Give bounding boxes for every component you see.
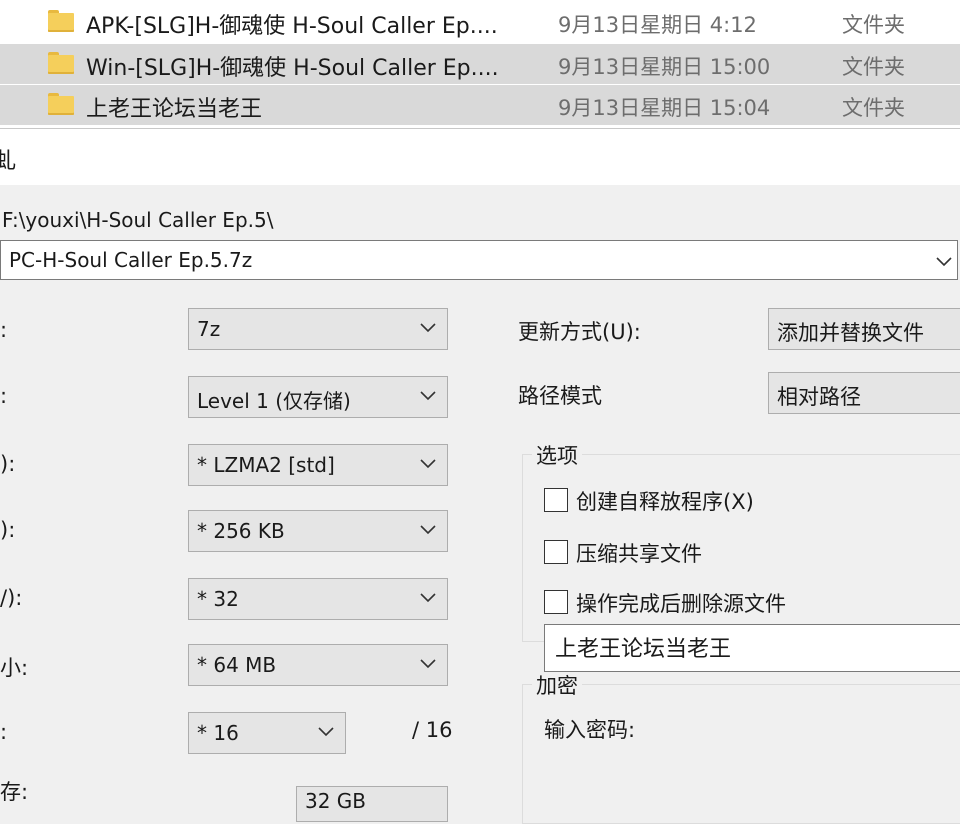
sfx-checkbox[interactable] — [544, 488, 568, 512]
password-input[interactable] — [553, 633, 957, 660]
shared-files-checkbox-label[interactable]: 压缩共享文件 — [576, 538, 702, 568]
chevron-down-icon — [419, 591, 437, 603]
folder-date: 9月13日星期日 15:04 — [558, 96, 771, 120]
chevron-down-icon — [419, 321, 437, 333]
add-to-archive-dialog: 虬 F:\youxi\H-Soul Caller Ep.5\ : : ): ):… — [0, 128, 960, 824]
format-label: : — [0, 318, 8, 342]
folder-type: 文件夹 — [842, 13, 905, 37]
update-mode-label: 更新方式(U): — [518, 320, 641, 344]
folder-name: 上老王论坛当老王 — [86, 97, 263, 122]
memory-select[interactable]: 32 GB — [296, 786, 448, 822]
level-label: : — [0, 384, 8, 408]
delete-source-checkbox-label[interactable]: 操作完成后删除源文件 — [576, 588, 786, 618]
memory-value: 32 GB — [305, 789, 367, 813]
path-mode-label: 路径模式 — [518, 384, 602, 408]
password-field[interactable] — [544, 624, 960, 672]
shared-files-checkbox[interactable] — [544, 540, 568, 564]
folder-name: APK-[SLG]H-御魂使 H-Soul Caller Ep.... — [86, 14, 498, 39]
folder-date: 9月13日星期日 4:12 — [558, 13, 757, 37]
word-size-label: /): — [0, 586, 23, 610]
solid-block-label: 小: — [0, 656, 29, 680]
format-value: 7z — [197, 317, 221, 341]
chevron-down-icon[interactable] — [935, 255, 953, 267]
encryption-group-title: 加密 — [532, 670, 582, 700]
archive-path-label: F:\youxi\H-Soul Caller Ep.5\ — [2, 208, 274, 232]
archive-name-input[interactable] — [7, 247, 931, 273]
memory-label: 存: — [0, 780, 29, 804]
threads-select[interactable]: * 16 — [188, 712, 346, 754]
level-value: Level 1 (仅存储) — [197, 389, 351, 413]
chevron-down-icon — [419, 389, 437, 401]
word-size-value: * 32 — [197, 587, 239, 611]
folder-type: 文件夹 — [842, 55, 905, 79]
folder-name: Win-[SLG]H-御魂使 H-Soul Caller Ep.... — [86, 56, 499, 81]
method-value: * LZMA2 [std] — [197, 453, 335, 477]
folder-icon — [48, 10, 74, 32]
folder-row-apk[interactable]: APK-[SLG]H-御魂使 H-Soul Caller Ep.... 9月13… — [0, 2, 960, 42]
options-group-title: 选项 — [532, 440, 582, 470]
method-select[interactable]: * LZMA2 [std] — [188, 444, 448, 486]
threads-total: / 16 — [412, 718, 453, 742]
update-mode-value: 添加并替换文件 — [777, 321, 924, 345]
path-mode-value: 相对路径 — [777, 385, 861, 409]
encryption-group — [522, 684, 960, 824]
threads-value: * 16 — [197, 721, 239, 745]
folder-type: 文件夹 — [842, 96, 905, 120]
threads-label: : — [0, 720, 8, 744]
path-mode-select[interactable]: 相对路径 — [768, 372, 960, 414]
dialog-titlebar[interactable]: 虬 — [0, 128, 960, 185]
sfx-checkbox-label[interactable]: 创建自释放程序(X) — [576, 486, 754, 516]
folder-date: 9月13日星期日 15:00 — [558, 55, 771, 79]
dictionary-label: ): — [0, 518, 16, 542]
update-mode-select[interactable]: 添加并替换文件 — [768, 308, 960, 350]
folder-row-laowang[interactable]: 上老王论坛当老王 9月13日星期日 15:04 文件夹 — [0, 85, 960, 125]
word-size-select[interactable]: * 32 — [188, 578, 448, 620]
file-explorer-list: APK-[SLG]H-御魂使 H-Soul Caller Ep.... 9月13… — [0, 0, 960, 128]
dialog-title: 虬 — [0, 149, 17, 174]
format-select[interactable]: 7z — [188, 308, 448, 350]
chevron-down-icon — [317, 725, 335, 737]
method-label: ): — [0, 452, 16, 476]
password-label: 输入密码: — [544, 718, 636, 742]
chevron-down-icon — [419, 457, 437, 469]
solid-block-select[interactable]: * 64 MB — [188, 644, 448, 686]
chevron-down-icon — [419, 657, 437, 669]
solid-block-value: * 64 MB — [197, 653, 277, 677]
folder-icon — [48, 93, 74, 115]
folder-row-win[interactable]: Win-[SLG]H-御魂使 H-Soul Caller Ep.... 9月13… — [0, 44, 960, 84]
dictionary-select[interactable]: * 256 KB — [188, 510, 448, 552]
archive-name-combobox[interactable] — [0, 240, 958, 280]
chevron-down-icon — [419, 523, 437, 535]
dictionary-value: * 256 KB — [197, 519, 285, 543]
folder-icon — [48, 52, 74, 74]
level-select[interactable]: Level 1 (仅存储) — [188, 376, 448, 418]
delete-source-checkbox[interactable] — [544, 590, 568, 614]
